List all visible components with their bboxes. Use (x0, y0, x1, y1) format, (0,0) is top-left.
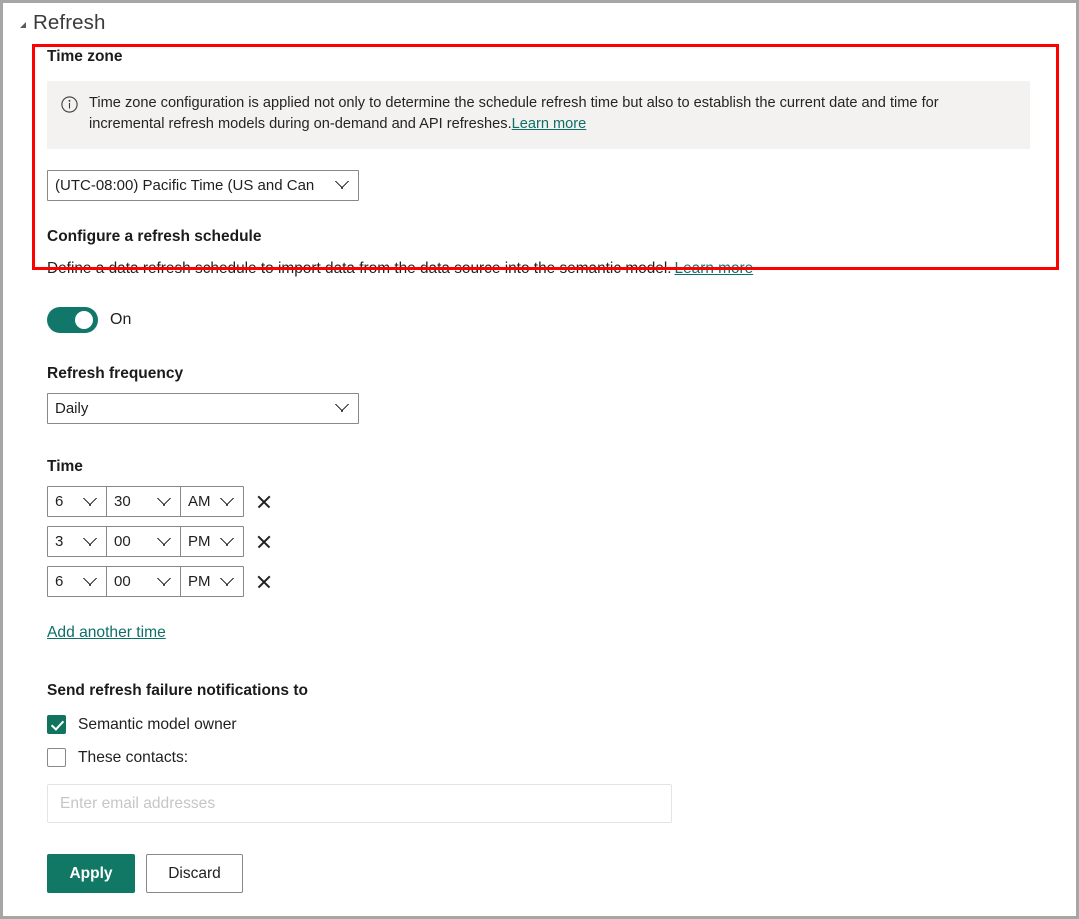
schedule-toggle-row: On (47, 307, 1047, 333)
these-contacts-label: These contacts: (78, 749, 188, 767)
refresh-frequency-block: Refresh frequency Daily (47, 364, 1047, 424)
time-meridiem-select[interactable]: AM (180, 486, 244, 517)
time-label: Time (47, 457, 1047, 477)
close-x-icon[interactable] (255, 533, 273, 551)
schedule-enabled-toggle[interactable] (47, 307, 98, 333)
close-x-icon[interactable] (255, 573, 273, 591)
time-minute-select[interactable]: 30 (106, 486, 181, 517)
contacts-checkbox-row: These contacts: (47, 748, 1047, 767)
time-hour-select[interactable]: 6 (47, 486, 107, 517)
toggle-knob (75, 311, 93, 329)
configure-schedule-description-text: Define a data refresh schedule to import… (47, 260, 672, 277)
time-meridiem-select[interactable]: PM (180, 566, 244, 597)
time-zone-learn-more-link[interactable]: Learn more (512, 116, 587, 132)
time-zone-info-banner: Time zone configuration is applied not o… (47, 81, 1030, 148)
owner-checkbox-row: Semantic model owner (47, 715, 1047, 734)
refresh-settings-panel: Refresh Time zone Time zone configuratio… (0, 0, 1079, 919)
notifications-block: Send refresh failure notifications to Se… (47, 681, 1047, 823)
time-row: 6 30 AM (47, 486, 1047, 517)
refresh-frequency-label: Refresh frequency (47, 364, 1047, 384)
time-hour-select[interactable]: 6 (47, 566, 107, 597)
page-title: Refresh (33, 11, 105, 35)
semantic-model-owner-checkbox[interactable] (47, 715, 66, 734)
time-row: 6 00 PM (47, 566, 1047, 597)
time-row: 3 00 PM (47, 526, 1047, 557)
add-another-time-link[interactable]: Add another time (47, 624, 166, 642)
time-block: Time 6 30 AM 3 00 (47, 457, 1047, 642)
discard-button[interactable]: Discard (146, 854, 243, 893)
refresh-section-header[interactable]: Refresh (20, 11, 105, 35)
semantic-model-owner-label: Semantic model owner (78, 716, 237, 734)
notifications-heading: Send refresh failure notifications to (47, 681, 1047, 701)
configure-schedule-heading: Configure a refresh schedule (47, 227, 1047, 247)
email-addresses-input[interactable] (47, 784, 672, 823)
configure-schedule-description: Define a data refresh schedule to import… (47, 260, 1047, 278)
time-meridiem-select[interactable]: PM (180, 526, 244, 557)
collapse-triangle-icon[interactable] (20, 22, 26, 28)
time-zone-heading: Time zone (47, 47, 1047, 67)
info-circle-icon (61, 96, 78, 113)
time-zone-select[interactable]: (UTC-08:00) Pacific Time (US and Can (47, 170, 359, 201)
close-x-icon[interactable] (255, 493, 273, 511)
refresh-frequency-select[interactable]: Daily (47, 393, 359, 424)
time-zone-info-text: Time zone configuration is applied not o… (89, 93, 1009, 134)
these-contacts-checkbox[interactable] (47, 748, 66, 767)
apply-button[interactable]: Apply (47, 854, 135, 893)
action-buttons-row: Apply Discard (47, 854, 1047, 893)
time-minute-select[interactable]: 00 (106, 566, 181, 597)
time-minute-select[interactable]: 00 (106, 526, 181, 557)
configure-learn-more-link[interactable]: Learn more (675, 260, 754, 277)
time-hour-select[interactable]: 3 (47, 526, 107, 557)
schedule-toggle-label: On (110, 311, 131, 329)
